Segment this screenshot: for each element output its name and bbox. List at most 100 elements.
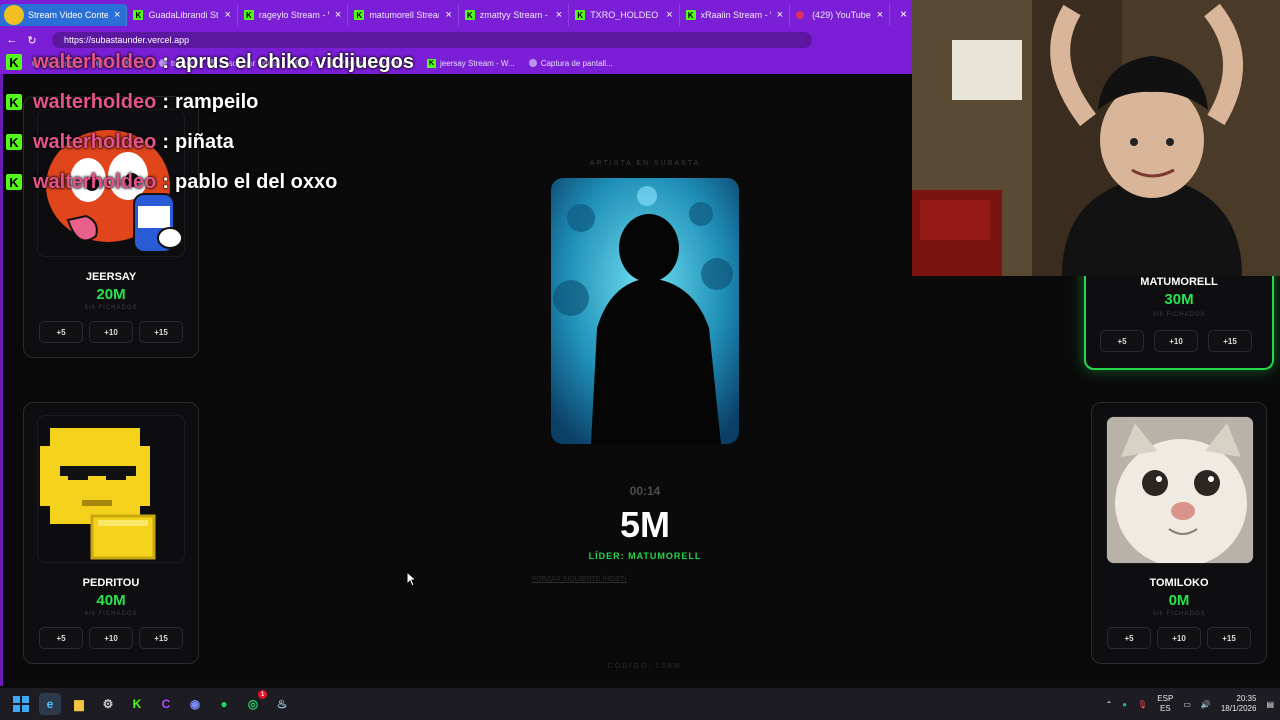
bid-plus-10-button[interactable]: +10 <box>89 627 133 649</box>
bid-plus-15-button[interactable]: +15 <box>139 321 183 343</box>
kick-badge-icon: K <box>6 54 22 70</box>
bid-buttons: +5 +10 +15 <box>39 627 183 649</box>
network-status-icon[interactable]: ● <box>1122 700 1127 709</box>
clock-time: 20:35 <box>1236 694 1257 703</box>
bid-plus-15-button[interactable]: +15 <box>1208 330 1252 352</box>
browser-tab-strip: Stream Video Content × K GuadaLibrandi Stre… <box>0 0 912 28</box>
language-indicator[interactable]: ESP ES <box>1157 694 1173 714</box>
kick-app-icon[interactable]: K <box>126 693 148 715</box>
close-tab-icon[interactable]: × <box>114 9 120 21</box>
kick-badge-icon: K <box>6 134 22 150</box>
chat-username: walterholdeo <box>33 50 157 73</box>
chat-separator: : <box>162 50 170 73</box>
chat-username: walterholdeo <box>33 130 157 153</box>
browser-tab[interactable]: (429) YouTube × <box>790 4 891 26</box>
kick-favicon-icon: K <box>464 10 475 20</box>
chat-message: Kwalterholdeo: piñata <box>6 122 414 162</box>
kick-favicon-icon: K <box>575 10 586 20</box>
silhouette-icon <box>551 178 739 444</box>
player-fichados: 4/6 FICHADOS <box>84 611 138 617</box>
clock[interactable]: 20:35 18/1/2026 <box>1221 694 1257 714</box>
windows-start-icon[interactable] <box>10 693 32 715</box>
bid-plus-10-button[interactable]: +10 <box>89 321 133 343</box>
file-explorer-icon[interactable]: ▆ <box>68 693 90 715</box>
webcam-image-icon <box>912 0 1280 276</box>
close-tab-icon[interactable]: × <box>666 9 672 21</box>
spotify-icon[interactable]: ● <box>213 693 235 715</box>
chat-message: Kwalterholdeo: pablo el del oxxo <box>6 162 414 202</box>
chat-text: piñata <box>175 130 234 153</box>
bid-plus-10-button[interactable]: +10 <box>1154 330 1198 352</box>
notifications-icon[interactable]: ▤ <box>1266 700 1274 709</box>
tab-label: TXRO_HOLDEO Strea <box>590 10 660 20</box>
bid-plus-5-button[interactable]: +5 <box>39 627 83 649</box>
bid-plus-5-button[interactable]: +5 <box>1100 330 1144 352</box>
discord-icon[interactable]: ◉ <box>184 693 206 715</box>
chat-text: pablo el del oxxo <box>175 170 338 193</box>
bid-plus-15-button[interactable]: +15 <box>1207 627 1251 649</box>
kick-favicon-icon: K <box>133 10 144 20</box>
bid-buttons: +5 +10 +15 <box>1100 330 1252 352</box>
steam-icon[interactable]: ♨ <box>271 693 293 715</box>
kick-badge-icon: K <box>6 94 22 110</box>
player-budget: 30M <box>1164 291 1194 308</box>
bid-plus-15-button[interactable]: +15 <box>139 627 183 649</box>
tab-label: matumorell Stream - <box>369 10 439 20</box>
close-tab-icon[interactable]: × <box>224 9 230 21</box>
browser-tab[interactable]: K GuadaLibrandi Stream × <box>127 4 238 26</box>
browser-tab[interactable]: Stream Video Content × <box>0 4 128 26</box>
canva-icon[interactable]: C <box>155 693 177 715</box>
force-next-link[interactable]: FORZAR SIGUIENTE (HOST) <box>532 576 627 583</box>
close-window-icon[interactable]: × <box>900 0 912 28</box>
chat-username: walterholdeo <box>33 170 157 193</box>
edge-icon[interactable]: e <box>39 693 61 715</box>
bookmark-item[interactable]: Captura de pantall... <box>528 58 613 68</box>
player-fichados: 3/6 FICHADOS <box>1152 312 1206 318</box>
bookmark-item[interactable]: Kjeersay Stream - W... <box>427 58 515 68</box>
whatsapp-icon[interactable]: ◎ 1 <box>242 690 267 715</box>
close-tab-icon[interactable]: × <box>556 9 562 21</box>
room-code: CÓDIGO: L58W <box>607 663 683 670</box>
region-code: ES <box>1159 704 1171 713</box>
close-tab-icon[interactable]: × <box>777 9 783 21</box>
volume-icon[interactable]: 🔊 <box>1201 700 1211 709</box>
current-leader: LÍDER: MATUMORELL <box>588 551 702 561</box>
browser-tab[interactable]: Krageylo Stream - Wa × <box>238 4 349 26</box>
browser-tab[interactable]: Kmatumorell Stream - × <box>348 4 459 26</box>
emoji-favicon-icon <box>4 5 24 25</box>
bid-plus-10-button[interactable]: +10 <box>1157 627 1201 649</box>
chat-message: Kwalterholdeo: aprus el chiko vidijuegos <box>6 42 414 82</box>
kick-favicon-icon: K <box>243 10 254 20</box>
avatar-pedritou <box>37 415 185 563</box>
chat-text: rampeilo <box>175 90 259 113</box>
wifi-icon[interactable]: ▭ <box>1183 700 1191 709</box>
settings-icon[interactable]: ⚙ <box>97 693 119 715</box>
pixel-emoji-avatar-icon <box>40 428 156 560</box>
cat-photo-icon <box>1107 417 1253 563</box>
close-tab-icon[interactable]: × <box>445 9 451 21</box>
close-tab-icon[interactable]: × <box>877 9 883 21</box>
bid-plus-5-button[interactable]: +5 <box>39 321 83 343</box>
chat-overlay: Kwalterholdeo: aprus el chiko vidijuegos K… <box>6 42 414 202</box>
mouse-cursor-icon <box>406 570 418 592</box>
auction-timer: 00:14 <box>629 484 661 498</box>
browser-tab[interactable]: KxRaaiin Stream - Wat × <box>680 4 791 26</box>
chevron-up-icon[interactable]: ⌃ <box>1106 700 1113 709</box>
close-tab-icon[interactable]: × <box>335 9 341 21</box>
screen: { "browser": { "tabs": [ {"label": "Stre… <box>0 0 1280 720</box>
player-budget: 40M <box>96 592 126 609</box>
bookmark-label: Captura de pantall... <box>540 58 613 68</box>
bid-plus-5-button[interactable]: +5 <box>1107 627 1151 649</box>
chat-separator: : <box>162 90 170 113</box>
browser-tab[interactable]: Kzmattyy Stream - Wa × <box>459 4 570 26</box>
bid-buttons: +5 +10 +15 <box>1107 627 1251 649</box>
tab-label: Stream Video Content <box>28 10 108 20</box>
browser-tab[interactable]: K TXRO_HOLDEO Strea × <box>569 4 680 26</box>
system-tray: ⌃ ● 🎙 ESP ES ▭ 🔊 20:35 18/1/2026 ▤ <box>1106 688 1280 720</box>
kick-favicon-icon: K <box>685 10 696 20</box>
bid-buttons: +5 +10 +15 <box>39 321 183 343</box>
player-card-tomiloko: TOMILOKO 0M 5/6 FICHADOS +5 +10 +15 <box>1091 402 1267 664</box>
microphone-icon[interactable]: 🎙 <box>1137 700 1147 709</box>
youtube-favicon-icon <box>796 11 805 19</box>
player-fichados: 5/6 FICHADOS <box>84 305 138 311</box>
